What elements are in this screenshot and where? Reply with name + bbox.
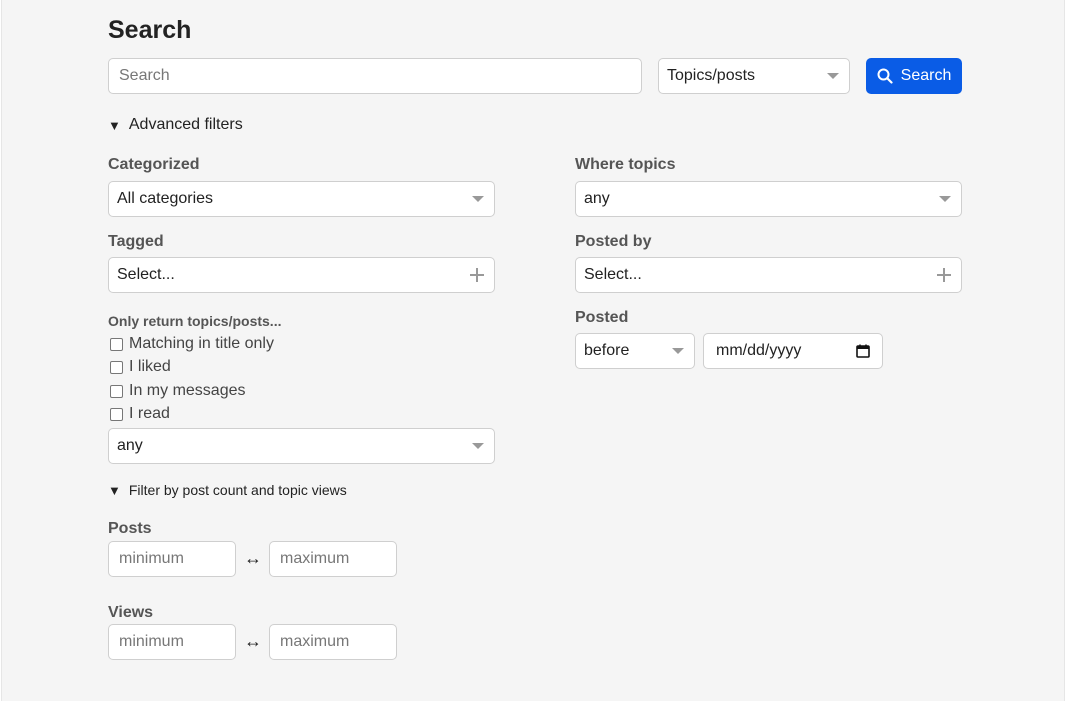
posted-by-label: Posted by: [575, 233, 652, 250]
views-max-input[interactable]: [269, 624, 397, 660]
where-topics-value: any: [584, 190, 610, 207]
chevron-down-icon: [827, 73, 839, 79]
date-placeholder: mm/dd/yyyy: [716, 342, 802, 359]
search-page: Search Topics/posts Search ▼ Advanced fi…: [1, 0, 1065, 701]
views-min-input[interactable]: [108, 624, 236, 660]
checkbox-read[interactable]: I read: [110, 405, 170, 423]
checkbox-box[interactable]: [110, 384, 123, 398]
checkbox-label: I liked: [129, 358, 171, 375]
plus-icon: [937, 268, 951, 282]
chevron-down-icon: [939, 196, 951, 202]
where-topics-label: Where topics: [575, 156, 676, 173]
advanced-filters-label: Advanced filters: [128, 116, 243, 133]
views-label: Views: [108, 604, 154, 621]
only-return-label: Only return topics/posts...: [108, 313, 282, 329]
search-input[interactable]: [108, 58, 642, 94]
chevron-down-icon: [472, 196, 484, 202]
categorized-label: Categorized: [108, 156, 200, 173]
checkbox-liked[interactable]: I liked: [110, 358, 171, 376]
checkbox-label: I read: [129, 405, 170, 422]
tagged-label: Tagged: [108, 233, 164, 250]
search-button[interactable]: Search: [866, 58, 962, 94]
checkbox-messages[interactable]: In my messages: [110, 382, 245, 400]
chevron-down-icon: [672, 348, 684, 354]
read-status-value: any: [117, 437, 143, 454]
category-select[interactable]: All categories: [108, 181, 495, 217]
calendar-icon[interactable]: [856, 344, 870, 358]
checkbox-label: Matching in title only: [129, 335, 274, 352]
search-type-value: Topics/posts: [667, 67, 756, 84]
search-icon: [877, 68, 893, 84]
posted-by-value: Select...: [584, 266, 642, 283]
checkbox-box[interactable]: [110, 337, 123, 351]
posted-label: Posted: [575, 309, 629, 326]
search-type-select[interactable]: Topics/posts: [658, 58, 850, 94]
count-filter-label: Filter by post count and topic views: [128, 482, 347, 498]
posted-date-input[interactable]: mm/dd/yyyy: [703, 333, 883, 369]
range-arrow-icon: ↔: [244, 548, 262, 568]
posted-when-value: before: [584, 342, 630, 359]
checkbox-title-only[interactable]: Matching in title only: [110, 335, 274, 353]
tag-select[interactable]: Select...: [108, 257, 495, 293]
checkbox-label: In my messages: [129, 382, 246, 399]
triangle-down-icon: ▼: [108, 482, 121, 498]
checkbox-box[interactable]: [110, 407, 123, 421]
read-status-select[interactable]: any: [108, 428, 495, 464]
chevron-down-icon: [472, 443, 484, 449]
page-title: Search: [108, 16, 192, 44]
range-arrow-icon: ↔: [244, 631, 262, 651]
search-button-label: Search: [900, 67, 952, 84]
where-topics-select[interactable]: any: [575, 181, 962, 217]
posts-label: Posts: [108, 520, 152, 537]
posts-min-input[interactable]: [108, 541, 236, 577]
category-value: All categories: [117, 190, 214, 207]
plus-icon: [470, 268, 484, 282]
tag-value: Select...: [117, 266, 175, 283]
count-filter-toggle[interactable]: ▼ Filter by post count and topic views: [108, 482, 347, 498]
posts-max-input[interactable]: [269, 541, 397, 577]
posted-when-select[interactable]: before: [575, 333, 695, 369]
checkbox-box[interactable]: [110, 360, 123, 374]
advanced-filters-toggle[interactable]: ▼ Advanced filters: [108, 116, 243, 134]
triangle-down-icon: ▼: [108, 117, 121, 133]
posted-by-select[interactable]: Select...: [575, 257, 962, 293]
